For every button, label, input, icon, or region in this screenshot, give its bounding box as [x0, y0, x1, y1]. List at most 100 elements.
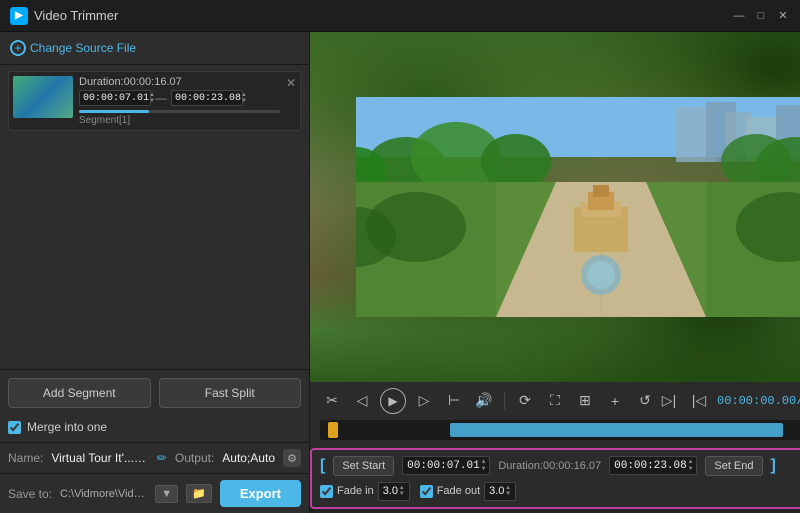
bottom-buttons: Add Segment Fast Split: [0, 369, 309, 416]
minimize-button[interactable]: —: [732, 9, 746, 23]
segment-progress-bar: [79, 110, 280, 113]
video-frame: [310, 32, 800, 382]
crop-button[interactable]: ⊞: [573, 389, 597, 413]
fade-in-spinners[interactable]: ▲ ▼: [399, 485, 405, 498]
plus-icon: +: [10, 40, 26, 56]
title-left: ▶ Video Trimmer: [10, 7, 118, 25]
video-scene-svg: [356, 97, 800, 317]
spin-down[interactable]: ▼: [241, 98, 247, 104]
mark-in-button[interactable]: ▷|: [657, 389, 681, 413]
trim-bracket-right: ]: [771, 457, 776, 475]
prev-frame-button[interactable]: ◁: [350, 389, 374, 413]
duration-label: Duration:00:00:16.07: [498, 460, 601, 472]
settings-button[interactable]: ⚙: [283, 449, 301, 467]
fade-out-checkbox[interactable]: [420, 485, 433, 498]
output-value: Auto;Auto: [222, 451, 275, 465]
time-display: 00:00:00.00/00:00:30.01: [717, 394, 800, 408]
segment-thumbnail: [13, 76, 73, 118]
app-title: Video Trimmer: [34, 8, 118, 23]
playback-buttons: ✂ ◁ ▶ ▷ ⊢ 🔊 ⟳ ⛶ ⊞: [320, 388, 657, 414]
spin-up[interactable]: ▲: [505, 485, 511, 492]
mark-out-button[interactable]: |◁: [687, 389, 711, 413]
timeline-track[interactable]: [320, 420, 800, 440]
spin-down[interactable]: ▼: [399, 491, 405, 498]
trim-start-time[interactable]: 00:00:07.01 ▲ ▼: [402, 456, 490, 475]
segment-duration: Duration:00:00:16.07: [79, 76, 280, 88]
save-path: C:\Vidmore\Vidmore Video Converter\Trimm…: [60, 488, 147, 500]
main-layout: + Change Source File Duration:00:00:16.0…: [0, 32, 800, 513]
export-button[interactable]: Export: [220, 480, 301, 507]
timeline-area: [310, 420, 800, 448]
cut-button[interactable]: ✂: [320, 389, 344, 413]
file-name: Virtual Tour It'...(Intramuros).mp4: [51, 451, 149, 465]
edit-name-icon[interactable]: ✏: [157, 451, 167, 465]
maximize-button[interactable]: □: [754, 9, 768, 23]
fade-out-value[interactable]: 3.0 ▲ ▼: [484, 482, 516, 501]
change-source-button[interactable]: + Change Source File: [10, 40, 136, 56]
add-marker-button[interactable]: +: [603, 389, 627, 413]
fade-out-group: Fade out 3.0 ▲ ▼: [420, 482, 516, 501]
trim-row-1: [ Set Start 00:00:07.01 ▲ ▼ Duration:00:…: [320, 456, 800, 476]
trim-bracket-left: [: [320, 457, 325, 475]
set-start-button[interactable]: Set Start: [333, 456, 394, 476]
segment-label: Segment[1]: [79, 115, 280, 126]
save-label: Save to:: [8, 487, 52, 501]
segment-start-time[interactable]: 00:00:07.01 ▲ ▼: [79, 90, 151, 106]
merge-label: Merge into one: [27, 420, 107, 434]
selected-range: [450, 423, 783, 437]
volume-button[interactable]: 🔊: [472, 389, 496, 413]
time-display-area: ▷| |◁ 00:00:00.00/00:00:30.01: [657, 389, 800, 413]
segment-info: Duration:00:00:16.07 00:00:07.01 ▲ ▼ —: [79, 76, 280, 126]
open-folder-button[interactable]: 📁: [186, 484, 212, 503]
fade-in-checkbox[interactable]: [320, 485, 333, 498]
spin-down[interactable]: ▼: [482, 466, 486, 473]
output-label: Output:: [175, 451, 214, 465]
fast-split-button[interactable]: Fast Split: [159, 378, 302, 408]
fade-in-label: Fade in: [337, 485, 374, 497]
merge-checkbox[interactable]: [8, 421, 21, 434]
divider: [504, 392, 505, 410]
browse-folder-button[interactable]: ▼: [155, 485, 178, 503]
trim-row-2: Fade in 3.0 ▲ ▼ Fade out 3.0: [320, 482, 800, 501]
app-icon: ▶: [10, 7, 28, 25]
fade-in-group: Fade in 3.0 ▲ ▼: [320, 482, 410, 501]
fullscreen-button[interactable]: ⛶: [543, 389, 567, 413]
end-spinners[interactable]: ▲ ▼: [241, 92, 247, 104]
left-panel: + Change Source File Duration:00:00:16.0…: [0, 32, 310, 513]
save-row: Save to: C:\Vidmore\Vidmore Video Conver…: [0, 473, 309, 513]
control-row: ✂ ◁ ▶ ▷ ⊢ 🔊 ⟳ ⛶ ⊞: [320, 388, 800, 414]
segment-item: Duration:00:00:16.07 00:00:07.01 ▲ ▼ —: [8, 71, 301, 131]
close-button[interactable]: ✕: [776, 9, 790, 23]
playhead-marker[interactable]: [328, 422, 338, 438]
name-label: Name:: [8, 451, 43, 465]
trim-end-time[interactable]: 00:00:23.08 ▲ ▼: [609, 456, 697, 475]
fade-out-spinners[interactable]: ▲ ▼: [505, 485, 511, 498]
spin-down[interactable]: ▼: [505, 491, 511, 498]
loop-button[interactable]: ⟳: [513, 389, 537, 413]
start-time-group: 00:00:07.01 ▲ ▼: [402, 456, 490, 475]
next-frame-button[interactable]: ▷: [412, 389, 436, 413]
spin-down[interactable]: ▼: [689, 466, 693, 473]
refresh-button[interactable]: ↺: [633, 389, 657, 413]
skip-end-button[interactable]: ⊢: [442, 389, 466, 413]
segment-close-button[interactable]: ✕: [286, 76, 296, 90]
video-preview: [310, 32, 800, 382]
right-panel: ✂ ◁ ▶ ▷ ⊢ 🔊 ⟳ ⛶ ⊞: [310, 32, 800, 513]
end-time-group: 00:00:23.08 ▲ ▼: [609, 456, 697, 475]
fade-out-label: Fade out: [437, 485, 480, 497]
playback-controls: ✂ ◁ ▶ ▷ ⊢ 🔊 ⟳ ⛶ ⊞: [310, 382, 800, 420]
source-bar: + Change Source File: [0, 32, 309, 65]
segment-end-time[interactable]: 00:00:23.08 ▲ ▼: [171, 90, 243, 106]
change-source-label: Change Source File: [30, 41, 136, 55]
play-button[interactable]: ▶: [380, 388, 406, 414]
spin-up[interactable]: ▲: [399, 485, 405, 492]
window-controls[interactable]: — □ ✕: [732, 9, 790, 23]
add-segment-button[interactable]: Add Segment: [8, 378, 151, 408]
trim-controls: [ Set Start 00:00:07.01 ▲ ▼ Duration:00:…: [310, 448, 800, 509]
end-time-spinners[interactable]: ▲ ▼: [689, 459, 693, 472]
segment-times: 00:00:07.01 ▲ ▼ — 00:00:23.08 ▲ ▼: [79, 90, 280, 106]
start-time-spinners[interactable]: ▲ ▼: [482, 459, 486, 472]
set-end-button[interactable]: Set End: [705, 456, 762, 476]
fade-in-value[interactable]: 3.0 ▲ ▼: [378, 482, 410, 501]
title-bar: ▶ Video Trimmer — □ ✕: [0, 0, 800, 32]
